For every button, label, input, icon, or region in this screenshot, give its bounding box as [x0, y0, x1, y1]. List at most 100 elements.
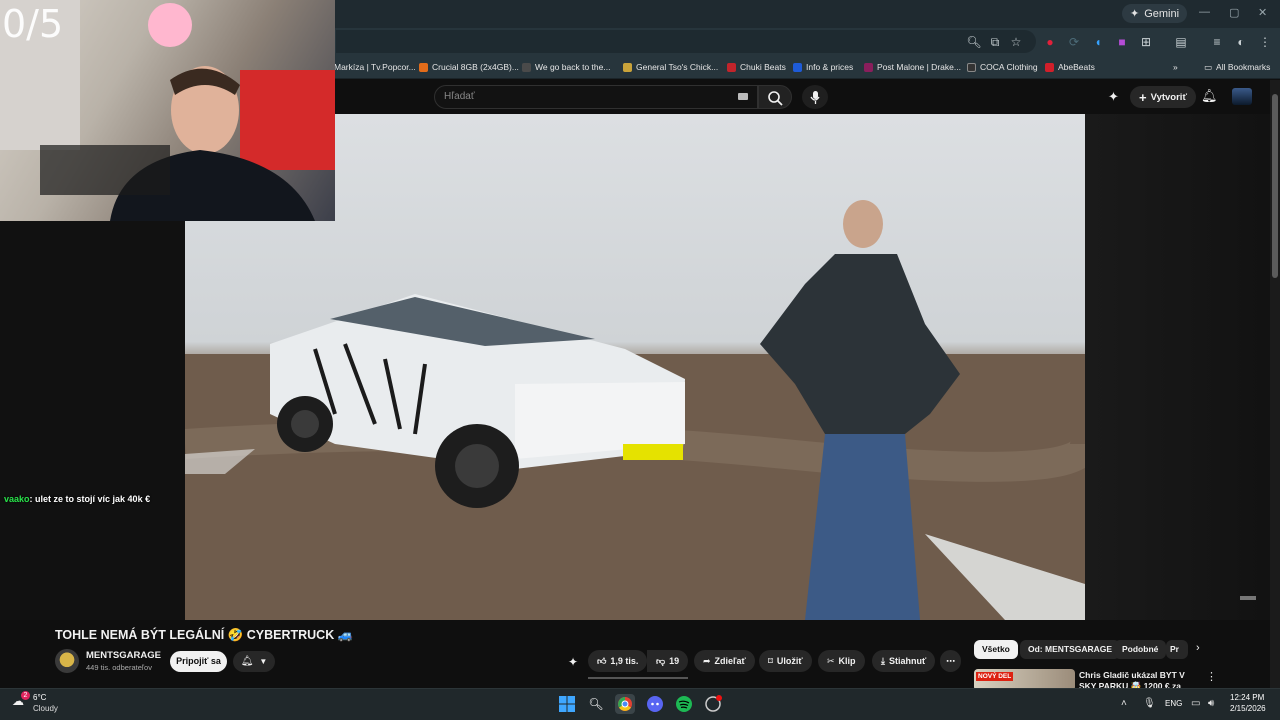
zoom-icon[interactable]: 🔍︎ [966, 34, 982, 50]
bookmark-favicon-icon [1045, 62, 1054, 72]
spotify-taskbar-icon[interactable] [674, 694, 694, 714]
like-count: 1,9 tis. [610, 656, 639, 666]
download-button[interactable]: ⤓ Stiahnuť [872, 650, 936, 672]
microphone-icon [810, 91, 820, 104]
discord-taskbar-icon[interactable] [645, 694, 665, 714]
search-input[interactable]: Hľadať [434, 85, 758, 109]
chevron-down-icon: ▼ [259, 657, 268, 666]
bookmark-favicon-icon [419, 62, 428, 72]
sparkle-icon[interactable]: ✦ [1108, 89, 1119, 105]
minimize-button[interactable]: — [1199, 6, 1210, 18]
search-button[interactable] [758, 85, 792, 109]
all-bookmarks-label: All Bookmarks [1216, 62, 1271, 72]
recommendation-menu-icon[interactable]: ⋮ [1206, 670, 1217, 683]
thumbs-down-icon: 👎︎ [656, 655, 666, 666]
bell-icon: 🔔︎ [240, 656, 254, 667]
dislike-button[interactable]: 👎︎ 19 [647, 650, 689, 672]
voice-search-button[interactable] [802, 85, 828, 109]
share-icon: ➦ [703, 655, 711, 666]
clock-date[interactable]: 2/15/2026 [1230, 704, 1266, 713]
plus-icon: + [1139, 89, 1147, 105]
all-bookmarks-button[interactable]: ▭ All Bookmarks [1204, 60, 1270, 74]
chips-next-chevron-icon[interactable]: › [1196, 642, 1200, 654]
more-actions-button[interactable]: ⋯ [940, 650, 961, 672]
bookmark-item[interactable]: Markíza | Tv.Popcor... [334, 60, 416, 74]
bookmark-item[interactable]: We go back to the... [522, 60, 610, 74]
close-window-button[interactable]: ✕ [1258, 6, 1267, 19]
subscription-bell-button[interactable]: 🔔︎ ▼ [233, 651, 275, 672]
create-button[interactable]: + Vytvoriť [1130, 86, 1196, 108]
bookmark-item[interactable]: Chuki Beats [727, 60, 786, 74]
clock-time[interactable]: 12:24 PM [1230, 693, 1264, 702]
recommendation-title[interactable]: Chris Gladič ukázal BYT V SKY PARKU 🤯 12… [1079, 670, 1199, 688]
windows-start-icon[interactable] [557, 694, 577, 714]
bookmark-star-icon[interactable]: ☆ [1008, 34, 1024, 50]
extension-purple-icon[interactable]: ■ [1114, 34, 1130, 50]
tray-microphone-icon[interactable]: 🎙︎ [1143, 698, 1156, 709]
notifications-bell-icon[interactable]: 🔔︎ [1201, 88, 1218, 104]
reading-list-icon[interactable]: ≡ [1209, 34, 1225, 50]
scrollbar-thumb[interactable] [1272, 94, 1278, 278]
extension-audio-icon[interactable]: ◖ [1090, 34, 1106, 50]
extension-red-icon[interactable]: ● [1042, 34, 1058, 50]
app-taskbar-icon[interactable] [703, 694, 723, 714]
chat-text: : ulet ze to stojí víc jak 40k € [29, 494, 151, 504]
tray-volume-icon[interactable]: 🔊︎ [1208, 698, 1214, 709]
bookmark-item[interactable]: COCA Clothing [967, 60, 1038, 74]
gemini-label: Gemini [1144, 7, 1180, 20]
create-label: Vytvoriť [1150, 91, 1187, 103]
gemini-button[interactable]: ✦ Gemini [1122, 4, 1188, 23]
bookmark-item[interactable]: AbeBeats [1045, 60, 1095, 74]
profile-avatar-icon[interactable]: ◐ [1233, 34, 1249, 50]
chat-username: vaako [4, 494, 30, 504]
bookmark-item[interactable]: Info & prices [793, 60, 853, 74]
bookmark-label: Markíza | Tv.Popcor... [334, 62, 416, 72]
bookmark-favicon-icon [727, 62, 736, 72]
chip-all[interactable]: Všetko [974, 640, 1018, 659]
share-button[interactable]: ➦ Zdieľať [694, 650, 755, 672]
ask-ai-icon[interactable]: ✦ [568, 655, 578, 669]
channel-avatar[interactable] [55, 649, 79, 673]
subscriber-count: 449 tis. odberateľov [86, 663, 152, 672]
address-bar[interactable] [336, 30, 1036, 53]
bookmark-item[interactable]: Crucial 8GB (2x4GB)... [419, 60, 519, 74]
clip-button[interactable]: ✂ Klip [818, 650, 865, 672]
extension-gray-icon[interactable]: ⟳ [1066, 34, 1082, 50]
chip-partial[interactable]: Pr [1166, 640, 1188, 659]
bookmark-label: Info & prices [806, 62, 854, 72]
maximize-button[interactable]: ▢ [1229, 6, 1239, 19]
watermark-logo [1240, 596, 1256, 600]
clip-label: Klip [838, 656, 856, 666]
like-button[interactable]: 👍︎ 1,9 tis. [588, 650, 648, 672]
browser-menu-icon[interactable]: ⋮ [1257, 34, 1273, 50]
chip-from-channel[interactable]: Od: MENTSGARAGE [1020, 640, 1121, 659]
windows-taskbar [0, 688, 1280, 720]
taskbar-search-icon[interactable]: 🔍︎ [586, 694, 606, 714]
install-app-icon[interactable]: ⧉ [987, 34, 1003, 50]
player-ambient-right [1085, 114, 1270, 620]
weather-badge: 2 [21, 691, 30, 700]
extensions-puzzle-icon[interactable]: ⊞ [1138, 34, 1154, 50]
join-button[interactable]: Pripojiť sa [170, 651, 227, 672]
weather-description: Cloudy [33, 704, 58, 713]
download-label: Stiahnuť [888, 656, 927, 666]
bookmarks-overflow-button[interactable]: » [1173, 60, 1178, 74]
channel-name[interactable]: MENTSGARAGE [86, 650, 161, 661]
bookmark-item[interactable]: General Tso's Chick... [623, 60, 718, 74]
bookmark-favicon-icon [864, 62, 873, 72]
tray-network-icon[interactable]: ▭ [1191, 698, 1200, 709]
account-avatar[interactable] [1232, 88, 1252, 105]
weather-temperature: 6°C [33, 693, 47, 702]
share-label: Zdieľať [714, 656, 746, 666]
chrome-taskbar-icon[interactable] [615, 694, 635, 714]
tray-chevron-up-icon[interactable]: ˄ [1121, 698, 1127, 709]
side-panel-icon[interactable]: ▤ [1173, 34, 1189, 50]
bookmark-item[interactable]: Post Malone | Drake... [864, 60, 961, 74]
keyboard-icon[interactable] [738, 93, 748, 100]
save-button[interactable]: ⌑ Uložiť [759, 650, 812, 672]
bookmark-label: General Tso's Chick... [636, 62, 719, 72]
input-language[interactable]: ENG [1165, 699, 1182, 708]
chip-related[interactable]: Podobné [1114, 640, 1167, 659]
bookmark-label: AbeBeats [1058, 62, 1095, 72]
stream-counter: 0/5 [2, 2, 64, 46]
